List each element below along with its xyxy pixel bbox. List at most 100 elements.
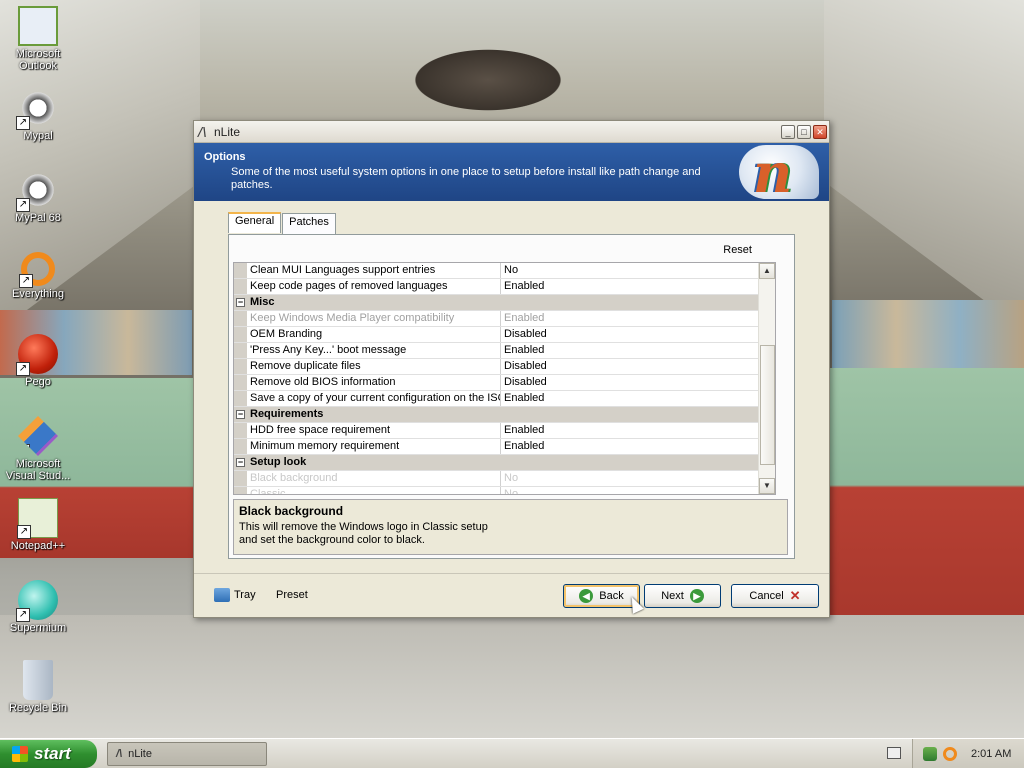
desktop-icon-mypal[interactable]: ↗ Mypal <box>0 88 76 142</box>
cancel-label: Cancel <box>749 590 784 602</box>
tray-label: Tray <box>234 589 256 601</box>
desktop-icon-mypal68[interactable]: ↗ MyPal 68 <box>0 170 76 224</box>
option-value[interactable]: Disabled <box>501 359 775 374</box>
notepad-icon: ↗ <box>17 498 58 539</box>
option-name: Black background <box>247 471 501 486</box>
desktop-icon-recycle-bin[interactable]: Recycle Bin <box>0 660 76 714</box>
page-title: Options <box>204 151 246 163</box>
option-row[interactable]: Clean MUI Languages support entries No <box>234 263 775 279</box>
option-value[interactable]: Enabled <box>501 343 775 358</box>
option-value[interactable]: No <box>501 471 775 486</box>
option-row[interactable]: Remove duplicate files Disabled <box>234 359 775 375</box>
network-icon[interactable] <box>923 747 937 761</box>
option-row[interactable]: OEM Branding Disabled <box>234 327 775 343</box>
option-description-text: This will remove the Windows logo in Cla… <box>239 521 488 546</box>
preset-button[interactable]: Preset <box>276 589 308 601</box>
window-title: nLite <box>214 124 241 139</box>
option-value[interactable]: Enabled <box>501 439 775 454</box>
desktop-icon-everything[interactable]: ↗ Everything <box>0 252 76 300</box>
option-name: HDD free space requirement <box>247 423 501 438</box>
background-floor <box>0 615 1024 740</box>
search-ring-icon[interactable] <box>943 747 957 761</box>
collapse-minus-icon: − <box>236 457 245 467</box>
minimize-button[interactable]: _ <box>781 124 795 139</box>
next-button[interactable]: Next ▶ <box>644 584 721 608</box>
outlook-icon <box>18 6 58 46</box>
scroll-down-icon[interactable]: ▼ <box>759 478 775 494</box>
option-row[interactable]: Classic No <box>234 487 775 494</box>
row-gutter <box>234 359 247 374</box>
option-row[interactable]: HDD free space requirement Enabled <box>234 423 775 439</box>
row-gutter <box>234 279 247 294</box>
keyboard-icon[interactable] <box>887 747 901 759</box>
back-arrow-icon: ◀ <box>579 589 594 603</box>
row-gutter <box>234 375 247 390</box>
option-row[interactable]: Black background No <box>234 471 775 487</box>
vertical-scrollbar[interactable]: ▲ ▼ <box>758 263 775 494</box>
tab-strip: General Patches <box>228 212 337 234</box>
windows-flag-icon <box>12 746 28 762</box>
back-label: Back <box>599 590 624 602</box>
option-row[interactable]: Save a copy of your current configuratio… <box>234 391 775 407</box>
start-label: start <box>34 744 71 763</box>
cancel-button[interactable]: Cancel ✕ <box>731 584 819 608</box>
next-label: Next <box>661 590 684 602</box>
page-header: Options Some of the most useful system o… <box>194 141 829 205</box>
row-gutter <box>234 391 247 406</box>
close-button[interactable]: ✕ <box>813 124 827 139</box>
background-wall-right <box>824 0 1024 330</box>
scrollbar-thumb[interactable] <box>760 345 775 465</box>
nlite-small-icon: /\ <box>116 748 123 760</box>
option-value[interactable]: Enabled <box>501 311 775 326</box>
option-row[interactable]: Keep code pages of removed languages Enab… <box>234 279 775 295</box>
desktop-icon-label: Notepad++ <box>10 540 66 552</box>
start-button[interactable]: start <box>0 740 97 768</box>
row-gutter <box>234 311 247 326</box>
desktop-icon-label: Supermium <box>9 622 67 634</box>
option-row[interactable]: Remove old BIOS information Disabled <box>234 375 775 391</box>
category-row[interactable]: − Requirements <box>234 407 775 423</box>
option-row[interactable]: Keep Windows Media Player compatibility E… <box>234 311 775 327</box>
collapse-toggle[interactable]: − <box>234 455 247 470</box>
reset-link[interactable]: Reset <box>723 244 752 256</box>
collapse-toggle[interactable]: − <box>234 295 247 310</box>
taskbar-item-label: nLite <box>128 748 152 760</box>
tab-general[interactable]: General <box>228 212 282 233</box>
option-name: 'Press Any Key...' boot message <box>247 343 501 358</box>
row-gutter <box>234 471 247 486</box>
taskbar-item-nlite[interactable]: /\ nLite <box>107 742 267 766</box>
option-value[interactable]: Enabled <box>501 423 775 438</box>
scroll-up-icon[interactable]: ▲ <box>759 263 775 279</box>
option-value[interactable]: No <box>501 263 775 278</box>
desktop-icon-pego[interactable]: ↗ Pego <box>0 334 76 388</box>
option-value[interactable]: Disabled <box>501 375 775 390</box>
desktop-icon-outlook[interactable]: Microsoft Outlook <box>0 6 76 72</box>
desktop-icon-notepadpp[interactable]: ↗ Notepad++ <box>0 498 76 552</box>
browser-icon: ↗ <box>16 580 58 622</box>
option-row[interactable]: 'Press Any Key...' boot message Enabled <box>234 343 775 359</box>
option-row[interactable]: Minimum memory requirement Enabled <box>234 439 775 455</box>
clock[interactable]: 2:01 AM <box>971 748 1011 760</box>
option-name: Clean MUI Languages support entries <box>247 263 501 278</box>
option-name: Keep code pages of removed languages <box>247 279 501 294</box>
option-value[interactable]: Disabled <box>501 327 775 342</box>
desktop-icon-supermium[interactable]: ↗ Supermium <box>0 580 76 634</box>
desktop-icon-label: Microsoft Visual Stud... <box>5 458 71 482</box>
options-grid: Clean MUI Languages support entries No Kee… <box>233 262 776 495</box>
category-row[interactable]: − Setup look <box>234 455 775 471</box>
title-bar[interactable]: /\ nLite _ □ ✕ <box>194 121 829 143</box>
tray-button[interactable]: Tray <box>214 588 256 602</box>
maximize-button[interactable]: □ <box>797 124 811 139</box>
row-gutter <box>234 423 247 438</box>
option-value[interactable]: No <box>501 487 775 494</box>
category-row[interactable]: − Misc <box>234 295 775 311</box>
background-mural-right <box>832 300 1024 370</box>
tab-patches[interactable]: Patches <box>282 213 336 234</box>
collapse-toggle[interactable]: − <box>234 407 247 422</box>
option-description-title: Black background <box>239 504 344 518</box>
option-value[interactable]: Enabled <box>501 391 775 406</box>
desktop-icon-visual-studio[interactable]: ↗ Microsoft Visual Stud... <box>0 416 76 482</box>
nlite-logo-icon: n <box>739 141 819 205</box>
option-value[interactable]: Enabled <box>501 279 775 294</box>
category-label: Requirements <box>250 408 324 420</box>
